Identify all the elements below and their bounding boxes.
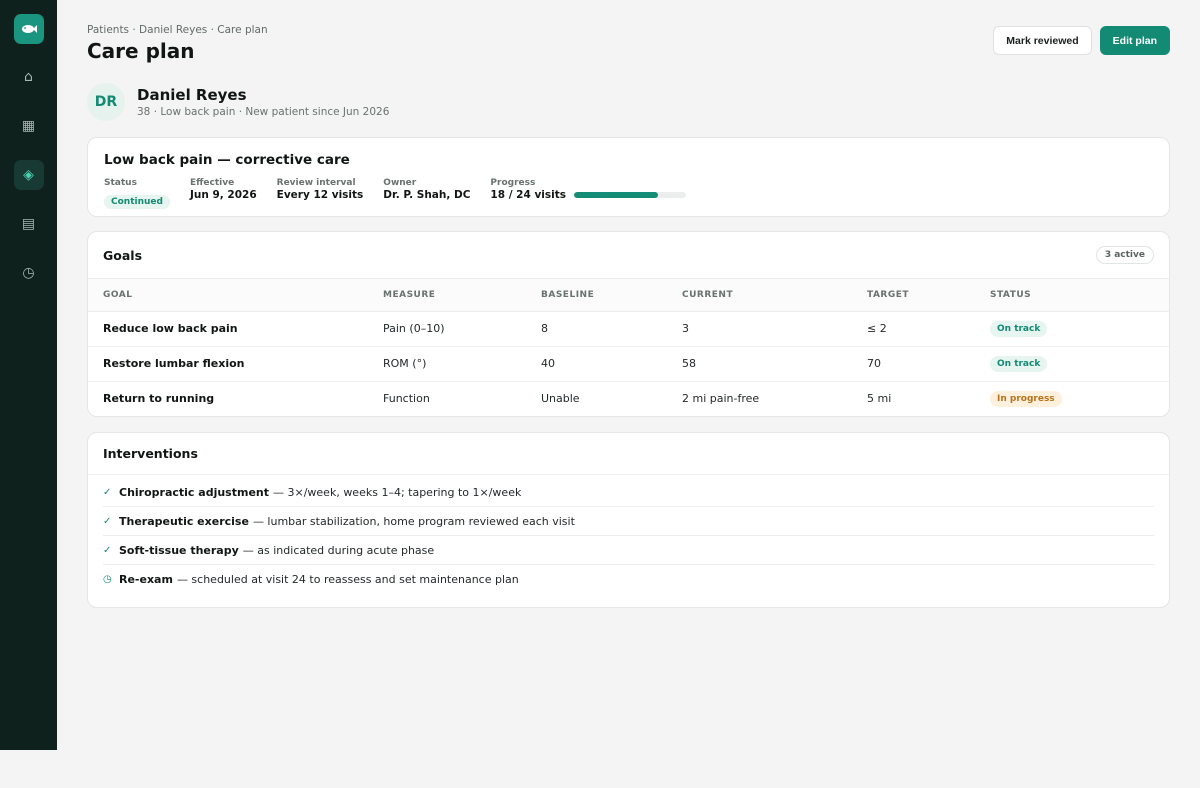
cell-target: 5 mi (867, 392, 892, 406)
status-label: Status (104, 178, 137, 188)
column-header-current: CURRENT (682, 279, 867, 312)
home-icon: ⌂ (24, 69, 33, 85)
cell-current: 58 (682, 346, 867, 382)
intervention-name: Soft-tissue therapy (119, 543, 239, 557)
status-badge: Continued (104, 195, 170, 209)
cell-status: On track (990, 346, 1169, 382)
sidebar-item-history[interactable]: ◷ (14, 258, 44, 288)
intervention-detail: — lumbar stabilization, home program rev… (252, 514, 575, 528)
progress-field: Progress 18 / 24 visits (490, 178, 687, 201)
sidebar: ⌂ ▦ ◈ ▤ ◷ (0, 0, 57, 750)
status-badge: In progress (990, 390, 1062, 407)
clock-icon: ◷ (103, 574, 112, 585)
sidebar-item-calendar[interactable]: ▦ (14, 111, 44, 141)
intervention-name: Therapeutic exercise (119, 514, 249, 528)
list-item: ◷ Re-exam — scheduled at visit 24 to reass… (103, 565, 1154, 594)
review-interval-field: Review interval Every 12 visits (277, 178, 364, 201)
table-row[interactable]: Reduce low back pain Pain (0–10) 8 3 ≤ 2 On t… (88, 311, 1169, 347)
cell-current: 2 mi pain-free (682, 392, 760, 406)
progress-value: 18 / 24 visits (490, 189, 567, 201)
cell-measure: Function (383, 392, 430, 406)
intervention-detail: — as indicated during acute phase (242, 543, 435, 557)
effective-field: Effective Jun 9, 2026 (190, 178, 257, 201)
progress-label: Progress (490, 178, 536, 188)
cell-status: On track (990, 311, 1169, 347)
status-field: Status Continued (104, 178, 170, 209)
plan-title: Low back pain — corrective care (104, 152, 350, 168)
list-item: ✓ Therapeutic exercise — lumbar stabilizat… (103, 507, 1154, 536)
sidebar-item-notes[interactable]: ▤ (14, 209, 44, 239)
interventions-title: Interventions (103, 446, 198, 461)
fish-logo-icon[interactable] (13, 14, 44, 44)
document-icon: ▤ (21, 216, 36, 232)
check-icon: ✓ (103, 544, 112, 556)
cell-target: 70 (867, 346, 990, 382)
mark-reviewed-button[interactable]: Mark reviewed (993, 26, 1092, 55)
cell-goal: Reduce low back pain (88, 311, 383, 347)
column-header-measure: MEASURE (383, 279, 541, 312)
clock-icon: ◷ (22, 265, 35, 281)
check-icon: ✓ (103, 486, 112, 498)
intervention-name: Re-exam (119, 573, 173, 586)
intervention-detail: — scheduled at visit 24 to reassess and … (176, 573, 519, 586)
interventions-list: ✓ Chiropractic adjustment — 3×/week, weeks… (88, 475, 1169, 594)
table-row[interactable]: Restore lumbar flexion ROM (°) 40 58 70 On tr… (88, 346, 1169, 382)
header-actions: Mark reviewed Edit plan (993, 26, 1170, 55)
intervention-name: Chiropractic adjustment (119, 485, 269, 499)
column-header-goal: GOAL (88, 279, 383, 312)
cell-current: 3 (682, 311, 867, 347)
intervention-detail: — 3×/week, weeks 1–4; tapering to 1×/wee… (273, 485, 522, 499)
check-icon: ✓ (103, 515, 112, 527)
patient-name: Daniel Reyes (137, 86, 247, 104)
cell-baseline: Unable (541, 392, 580, 406)
plan-summary-card: Low back pain — corrective care Status C… (87, 137, 1170, 217)
cell-goal: Return to running (103, 392, 215, 406)
calendar-icon: ▦ (21, 118, 36, 134)
column-header-target: TARGET (867, 279, 990, 312)
sidebar-item-home[interactable]: ⌂ (14, 62, 44, 92)
cell-target: ≤ 2 (867, 311, 990, 347)
review-interval-value: Every 12 visits (276, 189, 364, 201)
owner-label: Owner (383, 178, 417, 188)
goals-title: Goals (103, 247, 143, 263)
cell-status: In progress (990, 381, 1169, 416)
patient-meta: 38 · Low back pain · New patient since J… (137, 106, 390, 118)
patient-header: DR Daniel Reyes 38 · Low back pain · New… (87, 83, 1170, 121)
cell-baseline: 8 (541, 311, 682, 347)
review-interval-label: Review interval (276, 178, 356, 188)
column-header-baseline: BASELINE (541, 279, 682, 312)
owner-value: Dr. P. Shah, DC (383, 189, 471, 201)
cell-measure: ROM (°) (383, 346, 541, 382)
status-badge: On track (990, 355, 1048, 372)
layers-icon: ◈ (23, 167, 34, 183)
interventions-card: Interventions ✓ Chiropractic adjustment — … (87, 432, 1170, 608)
goals-card: Goals 3 active GOAL MEASURE BASELINE CURREN… (87, 231, 1170, 417)
column-header-status: STATUS (990, 279, 1169, 312)
table-row[interactable]: Return to running Function Unable 2 mi pain… (88, 381, 1169, 416)
goals-table: GOAL MEASURE BASELINE CURRENT TARGET STATUS R… (88, 279, 1169, 416)
owner-field: Owner Dr. P. Shah, DC (383, 178, 470, 201)
goals-count-badge: 3 active (1095, 246, 1154, 264)
effective-value: Jun 9, 2026 (189, 189, 257, 201)
status-badge: On track (990, 320, 1048, 337)
progress-bar (574, 192, 687, 198)
avatar: DR (87, 83, 125, 121)
cell-measure: Pain (0–10) (383, 311, 541, 347)
list-item: ✓ Soft-tissue therapy — as indicated durin… (103, 536, 1154, 565)
list-item: ✓ Chiropractic adjustment — 3×/week, weeks… (103, 478, 1154, 507)
cell-goal: Restore lumbar flexion (88, 346, 383, 382)
sidebar-item-care-plans[interactable]: ◈ (13, 160, 44, 190)
progress-bar-fill (574, 192, 659, 198)
cell-baseline: 40 (541, 346, 682, 382)
effective-label: Effective (189, 178, 235, 188)
edit-plan-button[interactable]: Edit plan (1099, 26, 1170, 55)
main-content: Patients · Daniel Reyes · Care plan Care… (87, 24, 1170, 608)
